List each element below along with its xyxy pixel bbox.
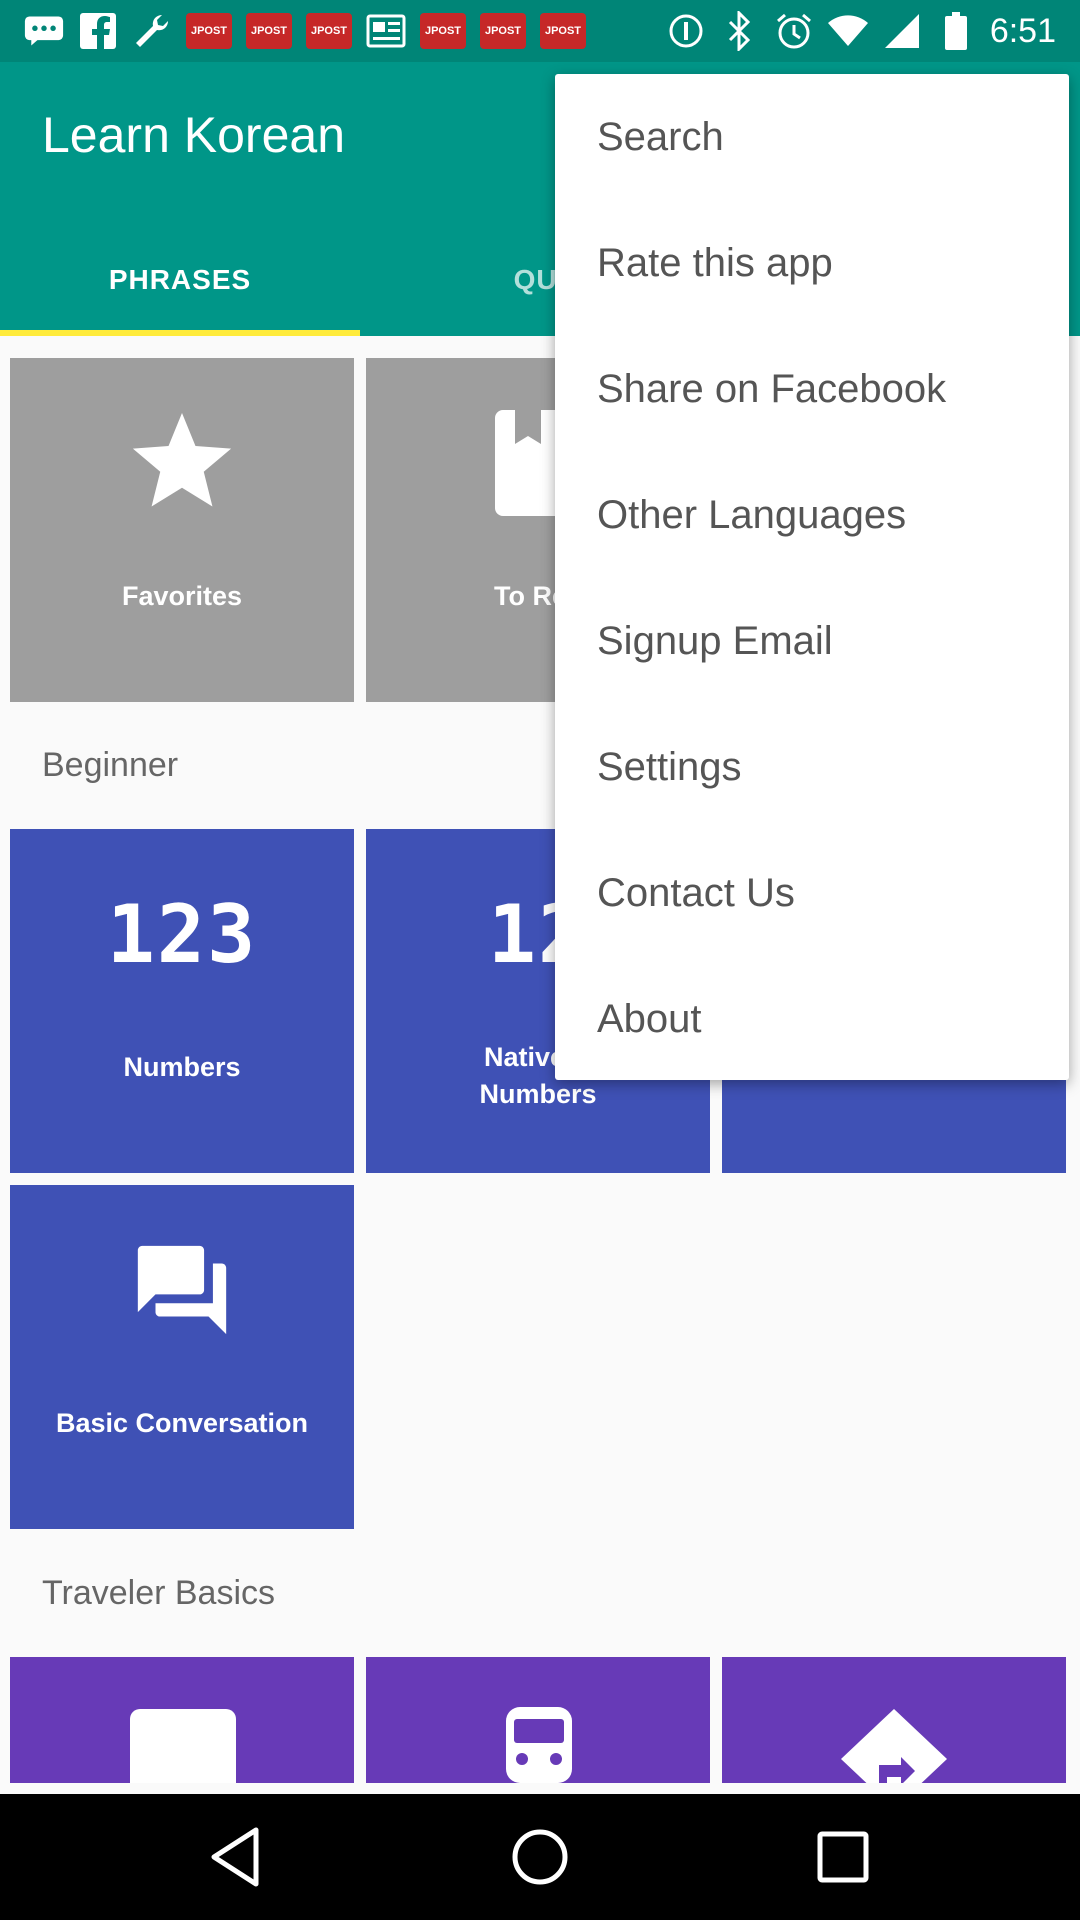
menu-item-settings[interactable]: Settings (555, 704, 1069, 830)
app-title: Learn Korean (42, 107, 346, 163)
tab-phrases[interactable]: PHRASES (0, 224, 360, 336)
menu-item-signup-email[interactable]: Signup Email (555, 578, 1069, 704)
alarm-icon (774, 11, 814, 51)
jpost-notification-icon: JPOST (306, 13, 352, 49)
recents-button[interactable] (810, 1824, 876, 1890)
status-bar: JPOST JPOST JPOST JPOST JPOST JPOST 6:51 (0, 0, 1080, 62)
tab-indicator (0, 330, 360, 336)
home-icon (512, 1829, 568, 1885)
wifi-icon (827, 11, 868, 51)
menu-item-rate-app[interactable]: Rate this app (555, 200, 1069, 326)
jpost-notification-icon: JPOST (246, 13, 292, 49)
signal-icon (882, 11, 922, 51)
traveler-tile[interactable] (10, 1657, 354, 1783)
overflow-menu: Search Rate this app Share on Facebook O… (555, 74, 1069, 1080)
bluetooth-icon (720, 11, 760, 51)
numbers-tile[interactable]: 123 Numbers (10, 829, 354, 1173)
home-button[interactable] (507, 1824, 573, 1890)
section-header-traveler: Traveler Basics (42, 1574, 276, 1612)
facebook-icon (78, 11, 118, 51)
back-button[interactable] (204, 1824, 270, 1890)
jpost-notification-icon: JPOST (186, 13, 232, 49)
favorites-tile[interactable]: Favorites (10, 358, 354, 702)
directions-tile[interactable] (722, 1657, 1066, 1809)
data-saver-icon (666, 11, 706, 51)
section-header-beginner: Beginner (42, 746, 179, 784)
menu-item-contact-us[interactable]: Contact Us (555, 830, 1069, 956)
tile-label: Favorites (121, 581, 243, 611)
star-icon (10, 408, 354, 518)
tile-label: Basic Conversation (55, 1408, 309, 1438)
menu-item-search[interactable]: Search (555, 74, 1069, 200)
directions-icon (841, 1709, 947, 1809)
jpost-notification-icon: JPOST (540, 13, 586, 49)
back-icon (211, 1827, 259, 1887)
tile-label: Numbers (123, 1052, 241, 1082)
battery-icon (936, 11, 976, 51)
recents-icon (817, 1831, 869, 1883)
jpost-notification-icon: JPOST (480, 13, 526, 49)
navigation-bar (0, 1794, 1080, 1920)
messages-icon (24, 11, 64, 51)
bus-icon (506, 1707, 572, 1788)
transportation-tile[interactable] (366, 1657, 710, 1783)
news-icon (366, 11, 406, 51)
tab-label: PHRASES (108, 264, 252, 295)
suitcase-icon (130, 1709, 236, 1783)
chat-icon (10, 1235, 354, 1345)
basic-conversation-tile[interactable]: Basic Conversation (10, 1185, 354, 1529)
wrench-icon (132, 11, 172, 51)
numbers-icon: 123 (106, 887, 258, 981)
menu-item-share-facebook[interactable]: Share on Facebook (555, 326, 1069, 452)
menu-item-about[interactable]: About (555, 956, 1069, 1082)
jpost-notification-icon: JPOST (420, 13, 466, 49)
status-time: 6:51 (989, 11, 1056, 50)
menu-item-other-languages[interactable]: Other Languages (555, 452, 1069, 578)
